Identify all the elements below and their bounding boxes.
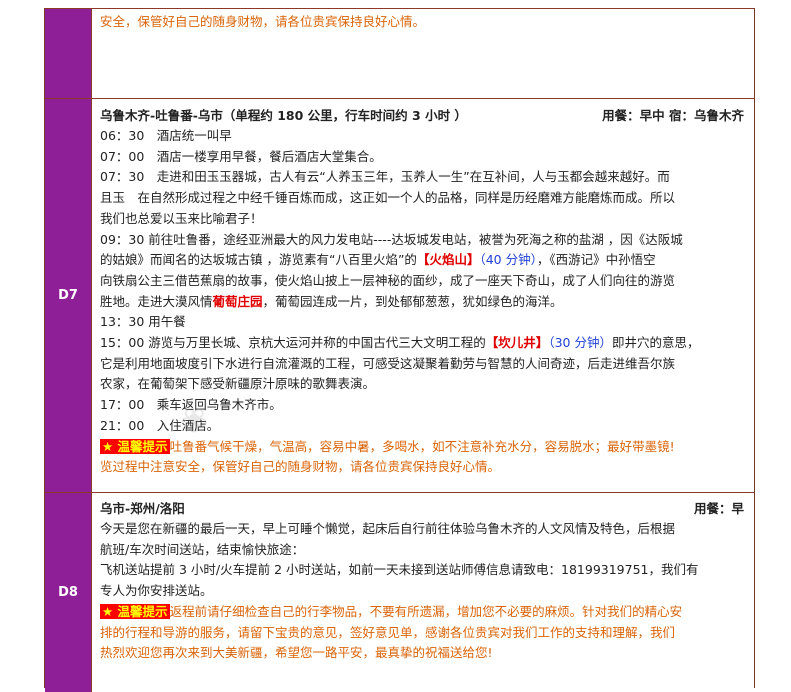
d8-title: 乌市-郑州/洛阳 用餐：早: [100, 499, 748, 519]
karez-highlight: 【坎儿井】: [485, 335, 549, 351]
d7-line: 农家，在葡萄架下感受新疆原汁原味的歌舞表演。: [100, 376, 376, 392]
d7-text: 15：00 游览与万里长城、京杭大运河并称的中国古代三大文明工程的: [100, 335, 486, 351]
d7-line: 的姑娘》而闻名的达坂城古镇 ，游览素有“八百里火焰”的【火焰山】（40 分钟），…: [100, 250, 748, 271]
d7-tip: ★ 温馨提示 吐鲁番气候干燥，气温高，容易中暑，多喝水，如不注意补充水分，容易脱水…: [100, 437, 748, 458]
d8-tip-text: 返程前请仔细检查自己的行李物品，不要有所遗漏，增加您不必要的麻烦。针对我们的精心…: [169, 603, 683, 619]
row-previous-content: 安全，保管好自己的随身财物，请各位贵宾保持良好心情。: [91, 9, 754, 98]
d8-tip: ★ 温馨提示 返程前请仔细检查自己的行李物品，不要有所遗漏，增加您不必要的麻烦。针…: [100, 602, 748, 623]
d7-line: 13：30 用午餐: [100, 314, 186, 330]
d7-text: 的姑娘》而闻名的达坂城古镇 ，游览素有“八百里火焰”的: [100, 252, 417, 268]
d7-text: ，《西游记》中孙悟空: [536, 252, 656, 268]
d7-line: 07：30 走进和田玉玉器城，古人有云“人养玉三年，玉养人一生”在互补间，人与玉…: [100, 169, 670, 185]
d7-line: 07：00 酒店一楼享用早餐，餐后酒店大堂集合。: [100, 148, 382, 164]
d7-text: 即井穴的意思，: [611, 335, 700, 351]
d7-title: 乌鲁木齐-吐鲁番-乌市（单程约 180 公里，行车时间约 3 小时 ） 用餐：早…: [100, 106, 748, 126]
row-previous-day: 安全，保管好自己的随身财物，请各位贵宾保持良好心情。: [45, 8, 754, 98]
previous-safety-note: 安全，保管好自己的随身财物，请各位贵宾保持良好心情。: [100, 14, 426, 29]
d7-route: 乌鲁木齐-吐鲁番-乌市（单程约 180 公里，行车时间约 3 小时 ）: [100, 108, 467, 123]
d7-line: 它是利用地面坡度引下水进行自流灌溉的工程，可感受这凝聚着勤劳与智慧的人间奇迹，后…: [100, 355, 676, 371]
d8-route: 乌市-郑州/洛阳: [100, 501, 185, 516]
d7-line: 09：30 前往吐鲁番，途经亚洲最大的风力发电站----达坂城发电站，被誉为死海…: [100, 231, 683, 247]
karez-duration: （30 分钟）: [548, 335, 612, 351]
huoyanshan-duration: （40 分钟）: [479, 252, 537, 268]
warm-tip-label: ★ 温馨提示: [100, 438, 170, 454]
itinerary-table: 安全，保管好自己的随身财物，请各位贵宾保持良好心情。 D7 乌鲁木齐-吐鲁番-乌…: [44, 8, 755, 692]
d7-meal: 用餐：早中 宿：乌鲁木齐: [602, 108, 744, 123]
day-label-d8: D8: [45, 493, 91, 692]
d7-text: 胜地。走进大漠风情: [100, 293, 213, 309]
d8-tip-text-2: 排的行程和导游的服务，请留下宝贵的意见，签好意见单，感谢各位贵宾对我们工作的支持…: [100, 624, 676, 640]
row-d7: D7 乌鲁木齐-吐鲁番-乌市（单程约 180 公里，行车时间约 3 小时 ） 用…: [45, 98, 754, 492]
d7-tip-text-2: 览过程中注意安全，保管好自己的随身财物，请各位贵宾保持良好心情。: [100, 459, 501, 475]
d8-meal: 用餐：早: [693, 501, 744, 516]
row-d8: D8 乌市-郑州/洛阳 用餐：早 今天是您在新疆的最后一天，早上可睡个懒觉，起床…: [45, 492, 754, 692]
d7-line: 且玉 在自然形成过程之中经千锤百炼而成，这正如一个人的品格，同样是历经磨难方能磨…: [100, 190, 676, 206]
d8-line: 专人为你安排送站。: [100, 583, 213, 599]
d8-line: 今天是您在新疆的最后一天，早上可睡个懒觉，起床后自行前往体验乌鲁木齐的人文风情及…: [100, 521, 676, 536]
warm-tip-label: ★ 温馨提示: [100, 603, 170, 619]
d7-line: 06：30 酒店统一叫早: [100, 128, 232, 143]
d7-line: 我们也总爱以玉来比喻君子！: [100, 210, 263, 226]
d7-line: 向铁扇公主三借芭蕉扇的故事，使火焰山披上一层神秘的面纱，成了一座天下奇山，成了人…: [100, 272, 676, 288]
d8-line: 航班/车次时间送站，结束愉快旅途：: [100, 541, 305, 557]
day-cell-empty: [45, 9, 91, 98]
d7-content: 乌鲁木齐-吐鲁番-乌市（单程约 180 公里，行车时间约 3 小时 ） 用餐：早…: [91, 99, 754, 492]
d7-line: 21：00 入住酒店。: [100, 417, 220, 433]
d8-tip-text-3: 热烈欢迎您再次来到大美新疆，希望您一路平安，最真挚的祝福送给您!: [100, 645, 493, 661]
d8-line: 飞机送站提前 3 小时/火车提前 2 小时送站，如前一天未接到送站师傅信息请致电…: [100, 562, 699, 578]
vineyard-highlight: 葡萄庄园: [212, 293, 263, 309]
d7-line: 15：00 游览与万里长城、京杭大运河并称的中国古代三大文明工程的【坎儿井】（3…: [100, 333, 748, 354]
d7-tip-text: 吐鲁番气候干燥，气温高，容易中暑，多喝水，如不注意补充水分，容易脱水；最好带墨镜…: [169, 438, 675, 454]
d8-content: 乌市-郑州/洛阳 用餐：早 今天是您在新疆的最后一天，早上可睡个懒觉，起床后自行…: [91, 493, 754, 692]
huoyanshan-highlight: 【火焰山】: [416, 252, 480, 268]
d7-line: 胜地。走进大漠风情葡萄庄园，葡萄园连成一片，到处郁郁葱葱，犹如绿色的海洋。: [100, 292, 748, 313]
day-label-d7: D7: [45, 99, 91, 492]
d7-text: ，葡萄园连成一片，到处郁郁葱葱，犹如绿色的海洋。: [262, 293, 563, 309]
d7-line: 17：00 乘车返回乌鲁木齐市。: [100, 397, 282, 413]
